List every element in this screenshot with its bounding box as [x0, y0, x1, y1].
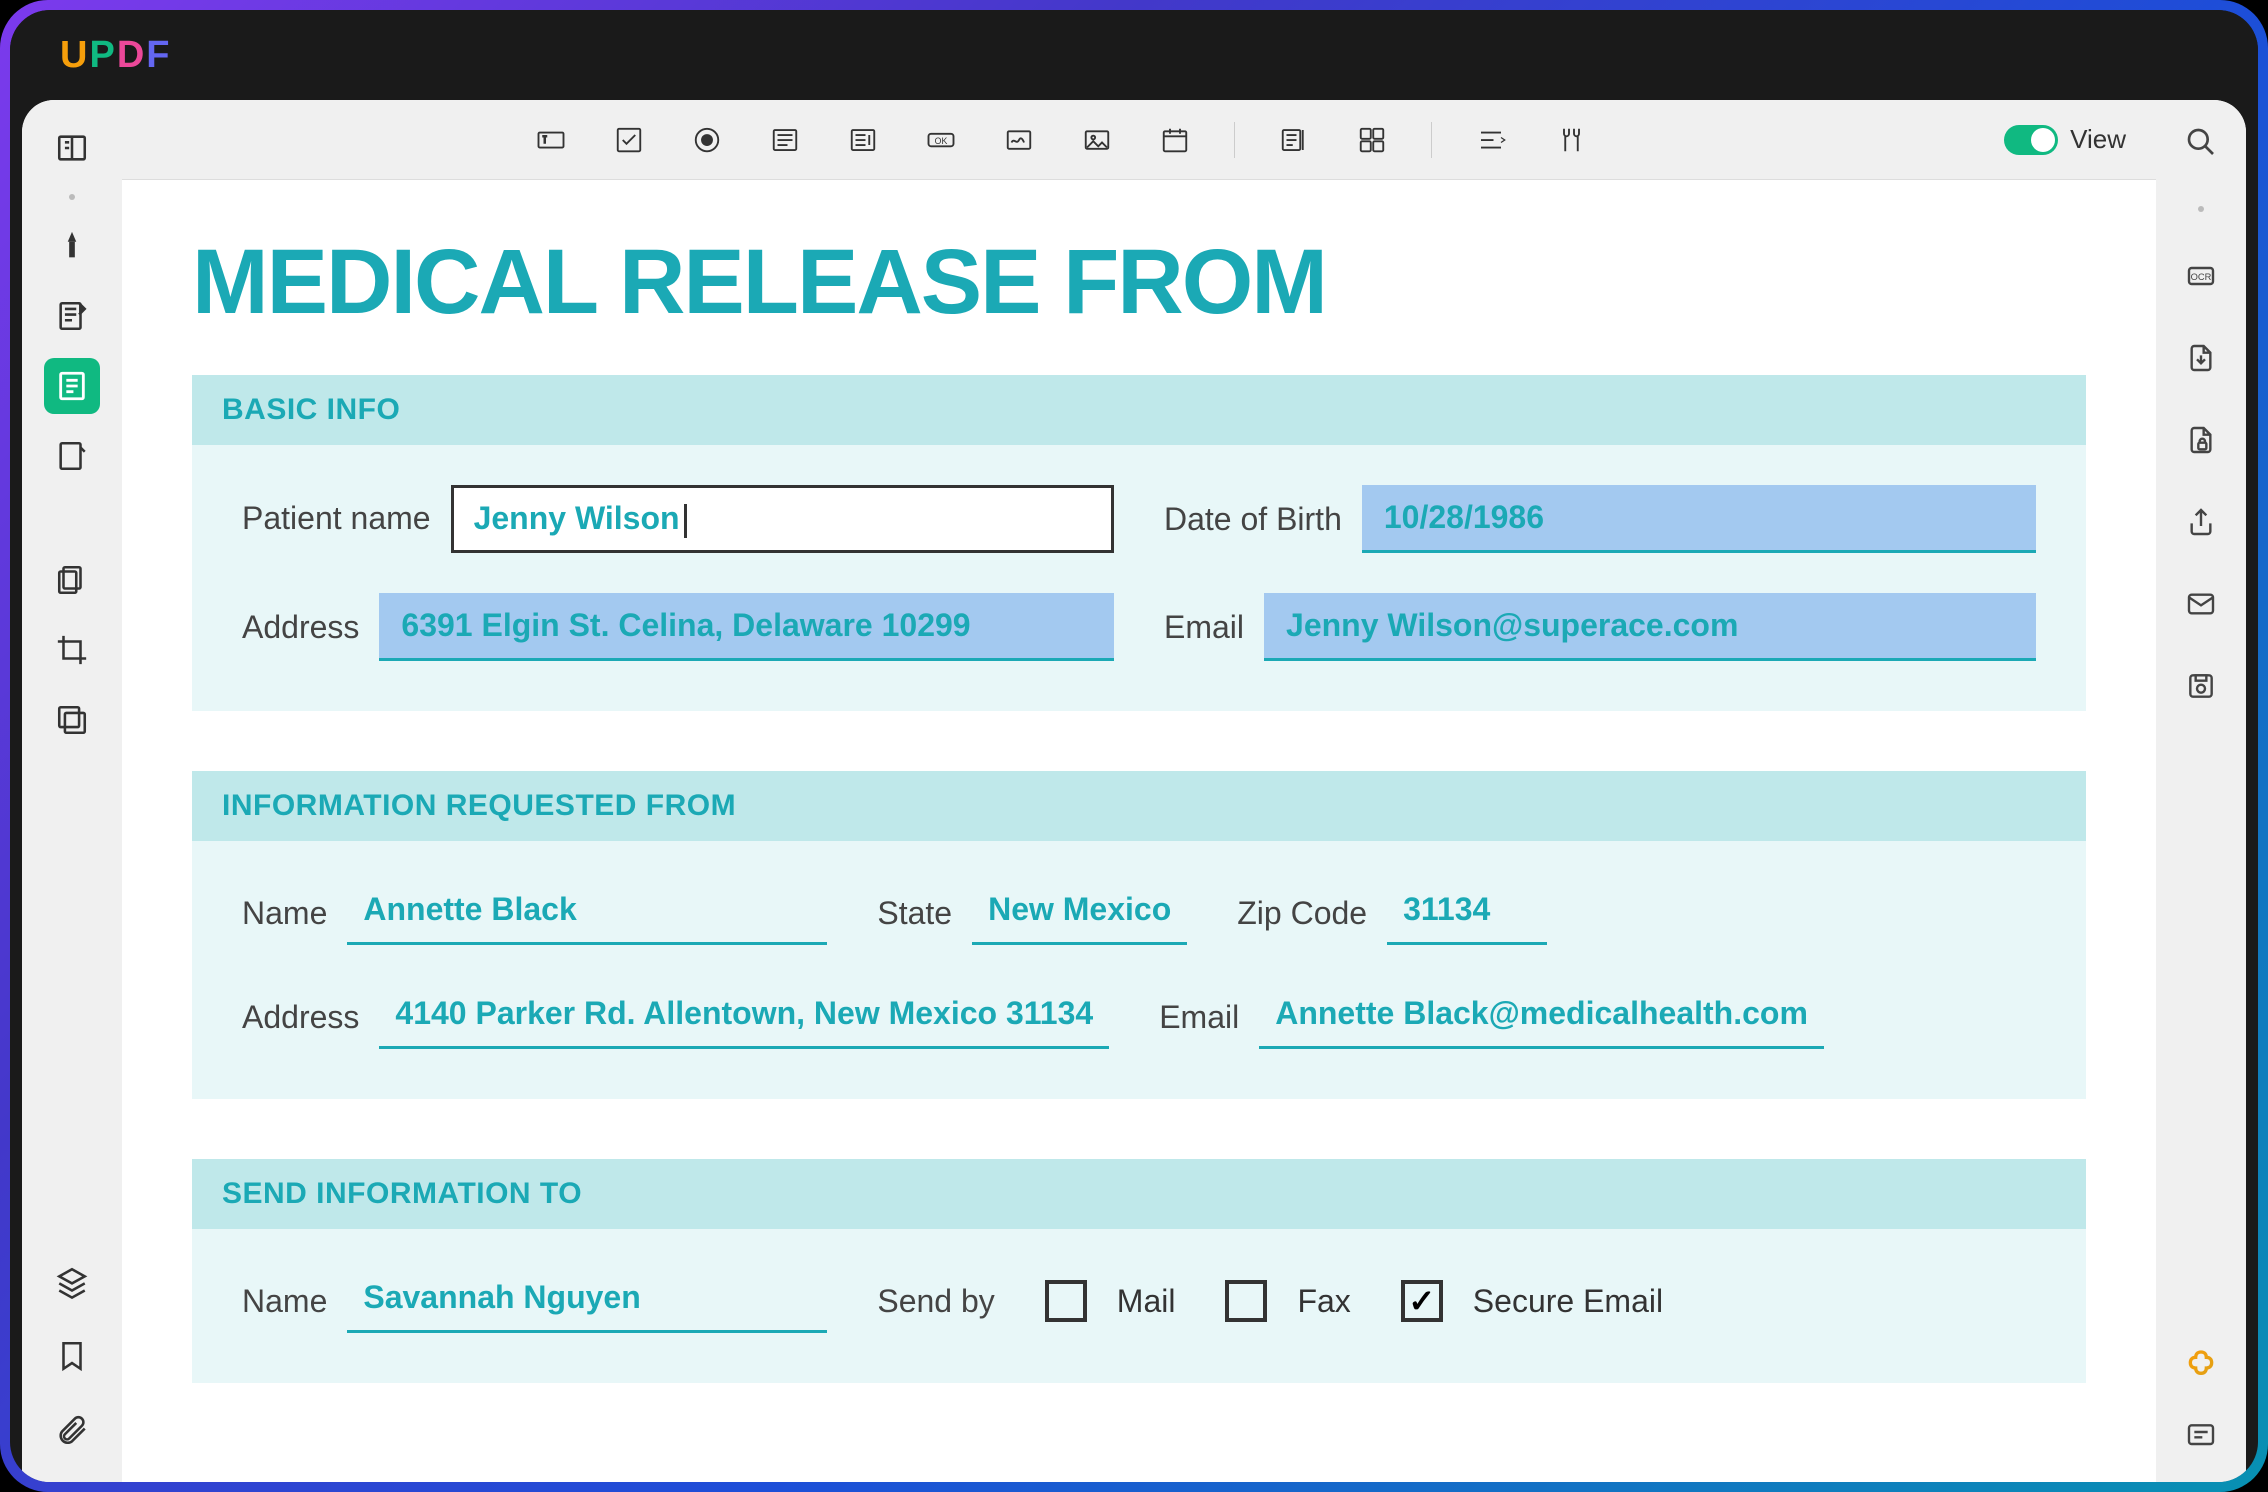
annotate-icon[interactable]: [44, 218, 100, 274]
req-email-input[interactable]: Annette Black@medicalhealth.com: [1259, 985, 1824, 1049]
section-header: SEND INFORMATION TO: [192, 1159, 2086, 1229]
comment-icon[interactable]: [2179, 1414, 2223, 1458]
divider-icon: [2198, 206, 2204, 212]
email-label: Email: [1164, 609, 1244, 646]
address-label: Address: [242, 609, 359, 646]
secure-email-label: Secure Email: [1473, 1283, 1663, 1320]
search-icon[interactable]: [2179, 120, 2223, 164]
req-zip-input[interactable]: 31134: [1387, 881, 1547, 945]
toolbar-separator: [1431, 122, 1432, 158]
signature-tool-icon[interactable]: [1000, 121, 1038, 159]
dropdown-tool-icon[interactable]: [766, 121, 804, 159]
reader-icon[interactable]: [44, 120, 100, 176]
svg-text:OK: OK: [935, 135, 948, 145]
image-tool-icon[interactable]: [1078, 121, 1116, 159]
left-sidebar: [22, 100, 122, 1482]
form-toolbar: OK View: [122, 100, 2156, 180]
save-icon[interactable]: [2179, 664, 2223, 708]
grid-tool-icon[interactable]: [1353, 121, 1391, 159]
address-input[interactable]: 6391 Elgin St. Celina, Delaware 10299: [379, 593, 1114, 661]
req-name-label: Name: [242, 895, 327, 932]
patient-name-input[interactable]: Jenny Wilson: [451, 485, 1114, 553]
email-icon[interactable]: [2179, 582, 2223, 626]
patient-name-label: Patient name: [242, 500, 431, 537]
mail-checkbox[interactable]: [1045, 1280, 1087, 1322]
section-basic-info: BASIC INFO Patient name Jenny Wilson Dat…: [192, 375, 2086, 711]
req-address-input[interactable]: 4140 Parker Rd. Allentown, New Mexico 31…: [379, 985, 1109, 1049]
app-logo: UPDF: [60, 34, 171, 77]
edit-icon[interactable]: [44, 288, 100, 344]
document-title: MEDICAL RELEASE FROM: [192, 230, 2086, 335]
align-tool-icon[interactable]: [1472, 121, 1510, 159]
document: MEDICAL RELEASE FROM BASIC INFO Patient …: [122, 180, 2156, 1482]
ocr-icon[interactable]: OCR: [2179, 254, 2223, 298]
organize-icon[interactable]: [44, 428, 100, 484]
view-label: View: [2070, 124, 2126, 155]
right-sidebar: OCR: [2156, 100, 2246, 1482]
req-address-label: Address: [242, 999, 359, 1036]
section-requested: INFORMATION REQUESTED FROM Name Annette …: [192, 771, 2086, 1099]
form-icon[interactable]: [44, 358, 100, 414]
secure-email-checkbox[interactable]: [1401, 1280, 1443, 1322]
ai-icon[interactable]: [2179, 1342, 2223, 1386]
watermark-icon[interactable]: [44, 692, 100, 748]
protect-icon[interactable]: [2179, 418, 2223, 462]
svg-text:OCR: OCR: [2191, 272, 2212, 282]
req-name-input[interactable]: Annette Black: [347, 881, 827, 945]
form-settings-icon[interactable]: [1275, 121, 1313, 159]
view-toggle[interactable]: [2004, 125, 2058, 155]
req-zip-label: Zip Code: [1237, 895, 1367, 932]
convert-icon[interactable]: [2179, 336, 2223, 380]
button-tool-icon[interactable]: OK: [922, 121, 960, 159]
dob-label: Date of Birth: [1164, 501, 1342, 538]
crop-icon[interactable]: [44, 622, 100, 678]
date-tool-icon[interactable]: [1156, 121, 1194, 159]
listbox-tool-icon[interactable]: [844, 121, 882, 159]
titlebar: UPDF: [10, 10, 2258, 100]
radio-tool-icon[interactable]: [688, 121, 726, 159]
dob-input[interactable]: 10/28/1986: [1362, 485, 2036, 553]
bookmark-icon[interactable]: [44, 1328, 100, 1384]
checkbox-tool-icon[interactable]: [610, 121, 648, 159]
email-input[interactable]: Jenny Wilson@superace.com: [1264, 593, 2036, 661]
properties-tool-icon[interactable]: [1550, 121, 1588, 159]
section-header: INFORMATION REQUESTED FROM: [192, 771, 2086, 841]
fax-checkbox[interactable]: [1225, 1280, 1267, 1322]
section-send: SEND INFORMATION TO Name Savannah Nguyen…: [192, 1159, 2086, 1383]
req-state-label: State: [877, 895, 952, 932]
textfield-tool-icon[interactable]: [532, 121, 570, 159]
fax-label: Fax: [1297, 1283, 1350, 1320]
send-name-label: Name: [242, 1283, 327, 1320]
req-state-input[interactable]: New Mexico: [972, 881, 1187, 945]
share-icon[interactable]: [2179, 500, 2223, 544]
section-header: BASIC INFO: [192, 375, 2086, 445]
divider-icon: [69, 194, 75, 200]
req-email-label: Email: [1159, 999, 1239, 1036]
send-name-input[interactable]: Savannah Nguyen: [347, 1269, 827, 1333]
pages-icon[interactable]: [44, 552, 100, 608]
toolbar-separator: [1234, 122, 1235, 158]
mail-label: Mail: [1117, 1283, 1176, 1320]
layers-icon[interactable]: [44, 1254, 100, 1310]
attachment-icon[interactable]: [44, 1402, 100, 1458]
send-by-label: Send by: [877, 1283, 994, 1320]
